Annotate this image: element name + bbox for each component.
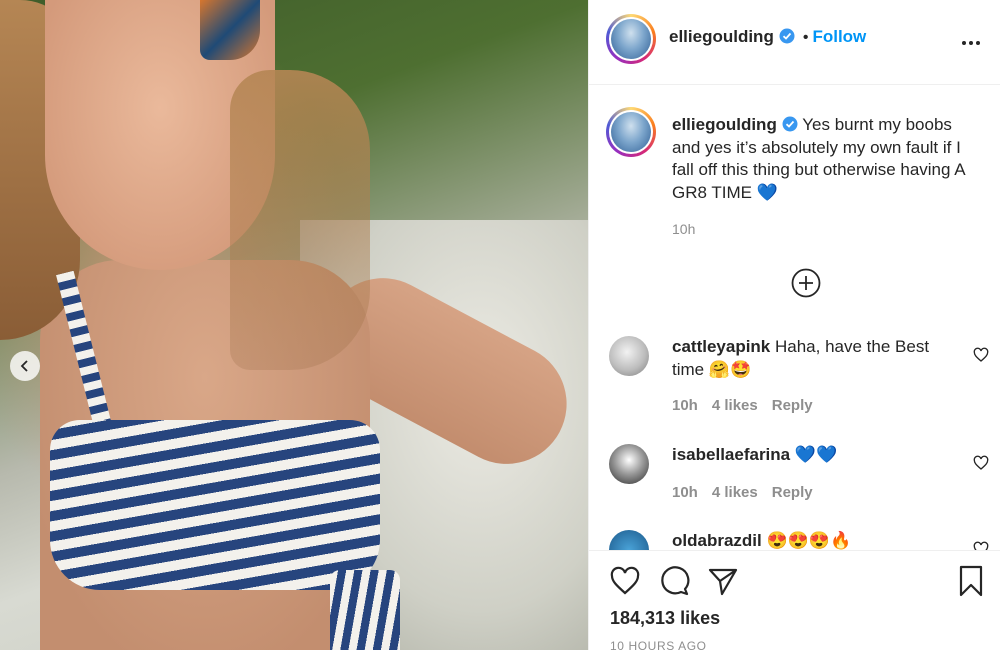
caption-username[interactable]: elliegoulding — [672, 115, 777, 134]
comment-likes[interactable]: 4 likes — [712, 397, 758, 414]
comment-avatar[interactable] — [609, 444, 649, 484]
heart-icon[interactable] — [973, 455, 989, 471]
comment-text: 😍😍😍🔥 — [766, 531, 852, 550]
author-avatar[interactable] — [606, 14, 656, 64]
carousel-prev-button[interactable] — [10, 351, 40, 381]
comment-meta: 10h 4 likes Reply — [672, 397, 827, 414]
comment-username[interactable]: cattleyapink — [672, 337, 770, 356]
reply-button[interactable]: Reply — [772, 397, 813, 414]
verified-icon — [779, 28, 795, 44]
comment-likes[interactable]: 4 likes — [712, 484, 758, 501]
author-username[interactable]: elliegoulding — [669, 27, 774, 46]
comment-body: isabellaefarina 💙💙 — [672, 444, 962, 467]
likes-count[interactable]: 184,313 likes — [610, 608, 720, 629]
comment-text: 💙💙 — [794, 445, 838, 464]
comment-item: isabellaefarina 💙💙 10h 4 likes Reply — [609, 444, 999, 504]
comment-body: cattleyapink Haha, have the Best time 🤗🤩 — [672, 336, 962, 381]
post-photo[interactable] — [0, 0, 588, 650]
more-icon[interactable] — [962, 32, 983, 50]
bookmark-icon[interactable] — [955, 565, 987, 597]
comment-time[interactable]: 10h — [672, 484, 698, 501]
add-circle-icon[interactable] — [791, 268, 821, 298]
avatar-image — [611, 19, 651, 59]
follow-button[interactable]: Follow — [812, 27, 866, 46]
chevron-left-icon — [20, 360, 28, 372]
separator-dot: • — [802, 29, 809, 46]
caption-avatar[interactable] — [606, 107, 656, 157]
post-actions: 184,313 likes 10 HOURS AGO — [589, 550, 1000, 653]
post-panel: elliegoulding • Follow elliegoulding Yes b… — [588, 0, 1000, 653]
comment-body: oldabrazdil 😍😍😍🔥 — [672, 530, 962, 550]
post-header: elliegoulding • Follow — [589, 0, 1000, 85]
caption-time[interactable]: 10h — [672, 218, 984, 241]
comment-meta: 10h 4 likes Reply — [672, 484, 827, 501]
heart-icon[interactable] — [973, 541, 989, 550]
comment-avatar[interactable] — [609, 336, 649, 376]
photo-hair-right — [230, 70, 370, 370]
comment-item: cattleyapink Haha, have the Best time 🤗🤩… — [609, 336, 999, 416]
share-icon[interactable] — [707, 565, 739, 597]
verified-icon — [782, 116, 798, 132]
photo-bandana — [200, 0, 260, 60]
comment-time[interactable]: 10h — [672, 397, 698, 414]
comment-username[interactable]: isabellaefarina — [672, 445, 790, 464]
header-author-line: elliegoulding • Follow — [669, 27, 866, 47]
comment-avatar[interactable] — [609, 530, 649, 550]
comment-icon[interactable] — [658, 565, 690, 597]
comment-username[interactable]: oldabrazdil — [672, 531, 762, 550]
post-timestamp[interactable]: 10 HOURS AGO — [610, 639, 707, 653]
heart-icon[interactable] — [609, 565, 641, 597]
photo-bikini-bottom — [330, 570, 400, 650]
heart-icon[interactable] — [973, 347, 989, 363]
photo-bikini-top — [50, 420, 380, 590]
comment-item: oldabrazdil 😍😍😍🔥 — [609, 530, 999, 550]
post-caption: elliegoulding Yes burnt my boobs and yes… — [672, 114, 984, 241]
reply-button[interactable]: Reply — [772, 484, 813, 501]
